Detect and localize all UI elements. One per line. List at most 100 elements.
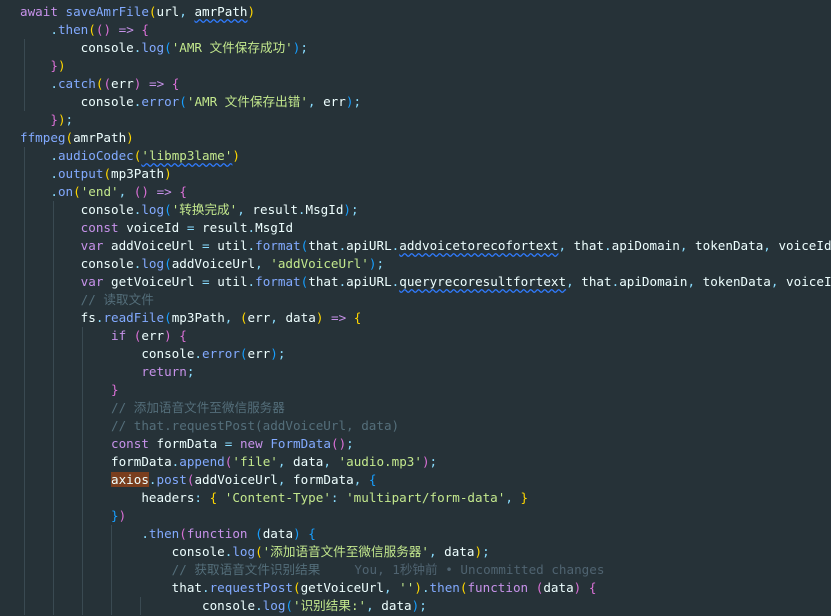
code-line[interactable]: console.log('识别结果:', data); <box>20 597 427 615</box>
code-token: headers <box>141 490 195 505</box>
code-line[interactable]: console.error(err); <box>20 345 285 363</box>
code-line[interactable]: if (err) { <box>20 327 187 345</box>
code-token: then <box>57 22 89 37</box>
code-token: , <box>277 472 294 487</box>
code-line[interactable]: await saveAmrFile(url, amrPath) <box>20 3 255 21</box>
code-token: { <box>588 580 597 595</box>
code-token: util <box>217 274 248 289</box>
code-token: 'libmp3lame' <box>141 148 233 163</box>
code-line[interactable]: return; <box>20 363 194 381</box>
code-token: data <box>285 310 316 325</box>
code-line[interactable]: fs.readFile(mp3Path, (err, data) => { <box>20 309 362 327</box>
code-token: if <box>111 328 127 343</box>
code-editor[interactable]: await saveAmrFile(url, amrPath) .then(()… <box>0 0 831 616</box>
code-line[interactable]: that.requestPost(getVoiceUrl, '').then(f… <box>20 579 597 597</box>
code-line[interactable]: ffmpeg(amrPath) <box>20 129 134 147</box>
code-line[interactable]: }) <box>20 507 126 525</box>
code-line[interactable]: headers: { 'Content-Type': 'multipart/fo… <box>20 489 528 507</box>
code-token: console <box>80 256 134 271</box>
code-token: } <box>50 58 58 73</box>
code-token: => <box>118 22 134 37</box>
code-token: , <box>277 454 294 469</box>
code-token: } <box>111 382 119 397</box>
code-line[interactable]: console.error('AMR 文件保存出错', err); <box>20 93 361 111</box>
code-token: formData <box>293 472 354 487</box>
code-token: ; <box>351 202 359 217</box>
code-token: 'end' <box>80 184 119 199</box>
code-line[interactable]: var addVoiceUrl = util.format(that.apiUR… <box>20 237 831 255</box>
code-token: audioCodec <box>57 148 134 163</box>
code-token: that <box>581 274 612 289</box>
code-token: . <box>421 580 430 595</box>
code-token: const <box>111 436 149 451</box>
code-line[interactable]: // 添加语音文件至微信服务器 <box>20 399 285 417</box>
code-token: ( <box>179 526 187 541</box>
code-line[interactable]: }) <box>20 57 65 75</box>
code-token: that <box>308 274 339 289</box>
code-token: { <box>308 526 316 541</box>
code-line[interactable]: .then(function (data) { <box>20 525 316 543</box>
code-token: , <box>770 274 787 289</box>
code-line[interactable]: formData.append('file', data, 'audio.mp3… <box>20 453 437 471</box>
code-token: var <box>80 274 104 289</box>
code-token: addVoiceUrl <box>171 256 256 271</box>
code-token: getVoiceUrl <box>300 580 384 595</box>
code-token: data <box>543 580 574 595</box>
code-token: ; <box>482 544 490 559</box>
code-token: ffmpeg <box>20 130 66 145</box>
code-line[interactable]: .catch((err) => { <box>20 75 179 93</box>
code-line[interactable]: console.log(addVoiceUrl, 'addVoiceUrl'); <box>20 255 384 273</box>
code-line[interactable]: }); <box>20 111 73 129</box>
code-token: MsgId <box>305 202 344 217</box>
code-line[interactable]: console.log('AMR 文件保存成功'); <box>20 39 308 57</box>
code-token: } <box>111 508 119 523</box>
code-token: ; <box>346 436 354 451</box>
code-token: ) <box>126 130 134 145</box>
code-line[interactable]: .on('end', () => { <box>20 183 187 201</box>
code-token: ; <box>419 598 427 613</box>
code-line[interactable]: console.log('添加语音文件至微信服务器', data); <box>20 543 490 561</box>
code-line[interactable]: axios.post(addVoiceUrl, formData, { <box>20 471 376 489</box>
code-line[interactable]: .audioCodec('libmp3lame') <box>20 147 240 165</box>
code-token: . <box>50 184 58 199</box>
code-token: , <box>118 184 134 199</box>
code-line[interactable]: // 获取语音文件识别结果 You, 1秒钟前 • Uncommitted cha… <box>20 561 605 579</box>
code-token: => <box>148 76 165 91</box>
code-token: ( <box>73 184 81 199</box>
code-token: => <box>156 184 172 199</box>
code-line[interactable]: } <box>20 381 119 399</box>
code-token: , <box>505 490 521 505</box>
code-line[interactable]: // 读取文件 <box>20 291 154 309</box>
code-line[interactable]: const formData = new FormData(); <box>20 435 354 453</box>
code-line[interactable]: const voiceId = result.MsgId <box>20 219 293 237</box>
code-line[interactable]: console.log('转换完成', result.MsgId); <box>20 201 359 219</box>
code-line[interactable]: // that.requestPost(addVoiceUrl, data) <box>20 417 399 435</box>
code-token: '添加语音文件至微信服务器' <box>262 544 429 559</box>
code-token: 'Content-Type' <box>224 490 331 505</box>
code-token: readFile <box>103 310 165 325</box>
code-token: voiceId <box>786 274 831 289</box>
code-token: util <box>217 238 248 253</box>
code-line[interactable]: var getVoiceUrl = util.format(that.apiUR… <box>20 273 831 291</box>
code-token: getVoiceUrl <box>111 274 195 289</box>
code-token: { <box>368 472 377 487</box>
code-token: ( <box>164 310 172 325</box>
code-token: mp3Path <box>171 310 225 325</box>
code-line[interactable]: .then(() => { <box>20 21 149 39</box>
code-line[interactable]: .output(mp3Path) <box>20 165 171 183</box>
code-token: ( <box>65 130 74 145</box>
code-token: console <box>201 598 256 613</box>
